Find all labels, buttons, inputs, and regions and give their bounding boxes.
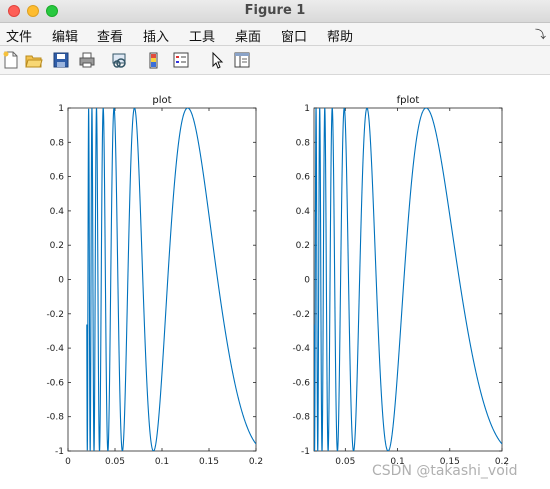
y-tick-label: 0.2	[296, 241, 310, 251]
watermark-text: CSDN @takashi_void	[372, 463, 518, 479]
axes-fplot[interactable]: 10.80.60.40.20-0.2-0.4-0.6-0.8-10.05 0.1 0…	[292, 95, 509, 467]
x-tick-label: 0.15	[199, 457, 219, 467]
y-tick-label: 0.8	[296, 138, 311, 148]
y-tick-label: 1	[304, 104, 310, 114]
axes-plot[interactable]: 10.80.60.40.20-0.2-0.4-0.6-0.8-10 0.05 0.1…	[46, 95, 263, 467]
y-tick-label: -0.8	[46, 413, 64, 423]
y-tick-label: -0.8	[292, 413, 310, 423]
y-tick-label: 0.4	[50, 207, 65, 217]
y-tick-label: -0.4	[292, 344, 310, 354]
axes-title: fplot	[397, 95, 420, 106]
y-tick-label: 1	[58, 104, 64, 114]
y-tick-label: -0.2	[46, 310, 64, 320]
y-tick-label: -0.2	[292, 310, 310, 320]
y-tick-label: -0.6	[46, 378, 64, 388]
y-tick-label: -0.4	[46, 344, 64, 354]
x-tick-label: 0	[65, 457, 71, 467]
y-tick-label: 0.2	[50, 241, 64, 251]
x-tick-label: 0.1	[155, 457, 169, 467]
x-tick-label: 0.2	[249, 457, 263, 467]
y-tick-label: -0.6	[292, 378, 310, 388]
x-tick-label: 0.05	[335, 457, 355, 467]
x-tick-label: 0.05	[105, 457, 125, 467]
y-tick-label: 0.4	[296, 207, 311, 217]
y-tick-label: 0	[58, 276, 64, 286]
figure-window: Figure 1 文件 编辑 查看 插入 工具 桌面 窗口 帮助 ⤵ 1 0.8…	[0, 0, 550, 489]
y-tick-label: -1	[301, 447, 310, 457]
y-tick-label: 0.6	[50, 173, 65, 183]
y-tick-label: 0.6	[296, 173, 311, 183]
plots-svg: 10.80.60.40.20-0.2-0.4-0.6-0.8-10 0.05 0.1…	[46, 95, 518, 479]
axes-title: plot	[152, 95, 171, 106]
y-tick-label: 0.8	[50, 138, 65, 148]
y-tick-label: -1	[55, 447, 64, 457]
y-tick-label: 0	[304, 276, 310, 286]
